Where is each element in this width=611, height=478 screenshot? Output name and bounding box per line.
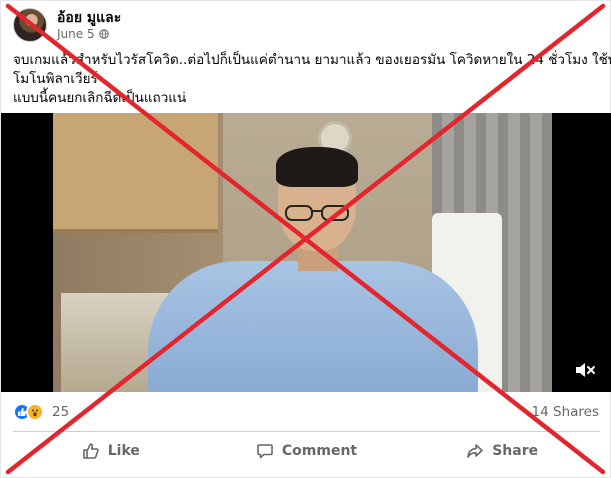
video-speaker (148, 147, 478, 392)
post-stats: 25 14 Shares (13, 402, 599, 422)
divider (13, 431, 600, 432)
reactions-summary[interactable]: 25 (13, 403, 69, 421)
caption-line: แบบนี้คนยกเลิกฉีดเป็นแถวแน่ (13, 90, 187, 106)
post-caption: จบเกมแล้วสำหรับไวรัสโควิด..ต่อไปก็เป็นแค… (13, 51, 611, 108)
speaker-shirt (148, 261, 478, 392)
author-name[interactable]: อ้อย มูและ (57, 9, 121, 27)
facebook-post: อ้อย มูและ June 5 จบเกมแล้วสำหรับไวรัสโค… (0, 0, 611, 478)
comment-icon (257, 444, 273, 459)
post-header: อ้อย มูและ June 5 (13, 7, 121, 43)
like-button[interactable]: Like (13, 435, 209, 467)
avatar[interactable] (13, 8, 47, 42)
like-label: Like (107, 443, 140, 459)
caption-line: จบเกมแล้วสำหรับไวรัสโควิด..ต่อไปก็เป็นแค… (13, 52, 611, 68)
post-actions: Like Comment Share (13, 435, 600, 467)
glasses-icon (285, 205, 349, 221)
share-button[interactable]: Share (404, 435, 600, 467)
video-frame (53, 113, 552, 392)
post-date[interactable]: June 5 (57, 27, 95, 41)
reaction-count: 25 (52, 404, 70, 420)
comment-label: Comment (281, 443, 358, 459)
share-label: Share (492, 443, 539, 459)
video-player[interactable] (1, 113, 611, 392)
comment-button[interactable]: Comment (209, 435, 405, 467)
caption-line: โมโนพิลาเวียร์ (13, 71, 98, 87)
share-count[interactable]: 14 Shares (532, 404, 599, 420)
globe-icon (98, 29, 109, 39)
post-date-row: June 5 (57, 27, 121, 41)
speaker-hair (276, 147, 358, 187)
share-arrow-icon (467, 444, 484, 458)
post-meta: อ้อย มูและ June 5 (57, 9, 121, 41)
thumbs-up-icon (82, 443, 99, 459)
speaker-muted-icon[interactable] (574, 360, 596, 380)
wow-reaction-icon (26, 403, 44, 421)
